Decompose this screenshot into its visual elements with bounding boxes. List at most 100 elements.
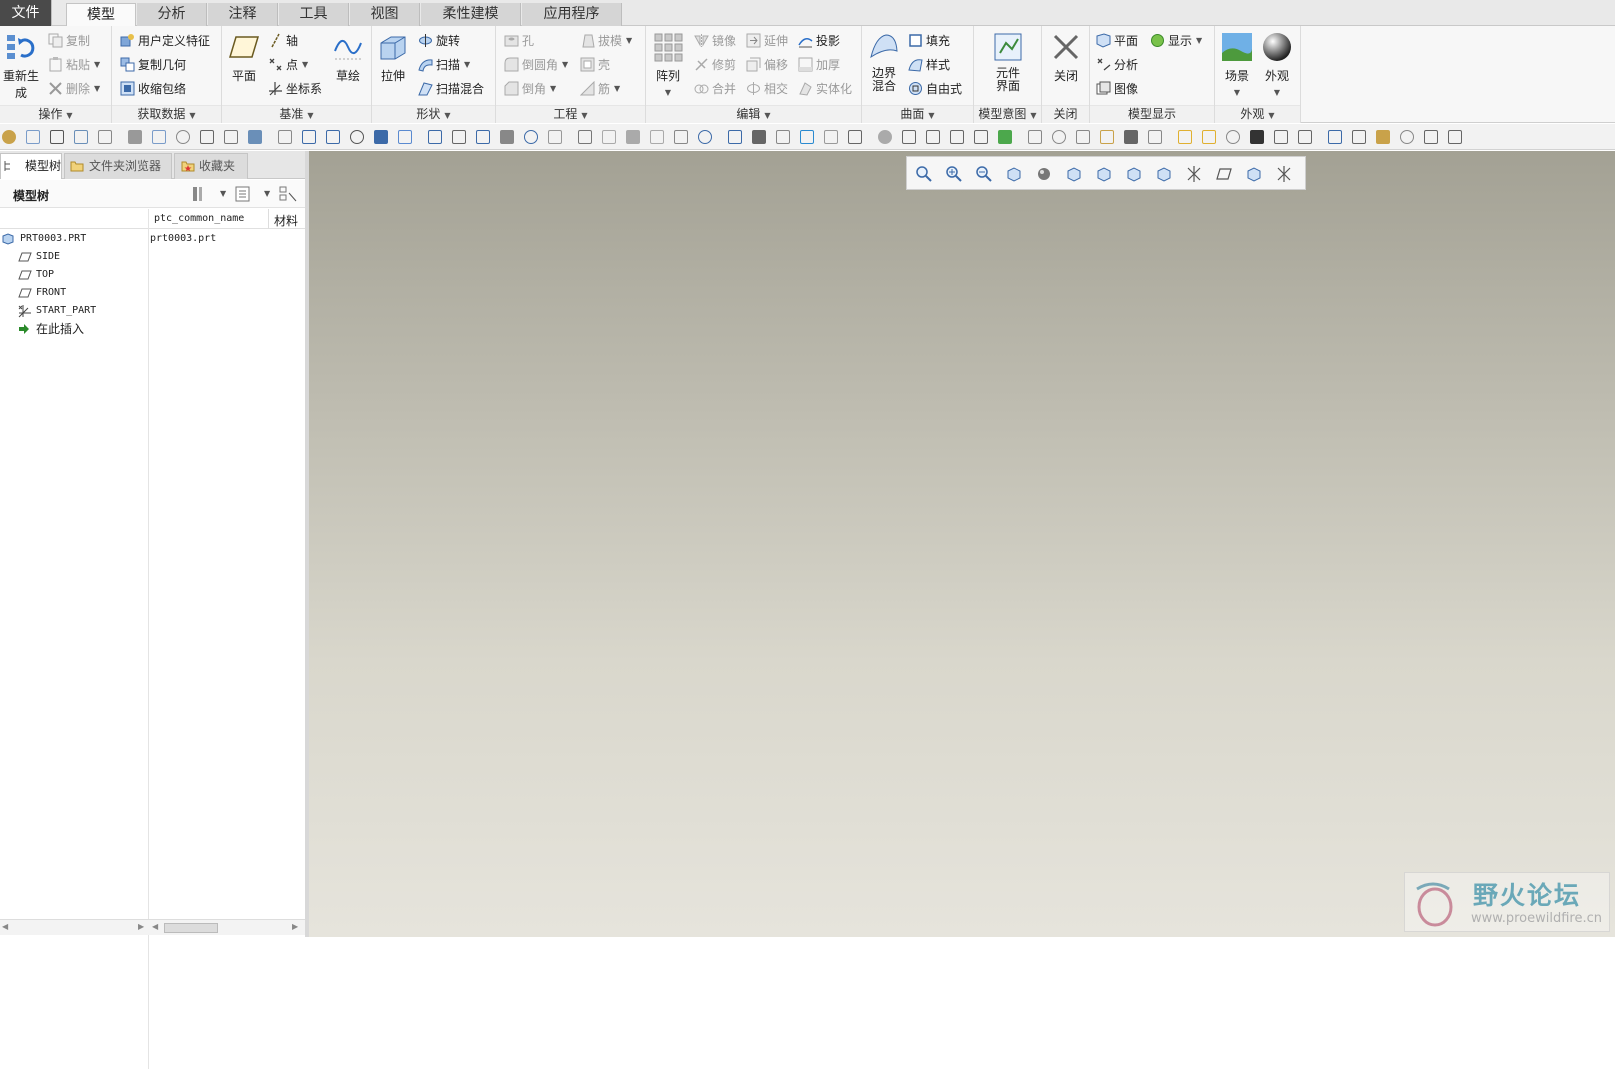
toolbar-tool-icon[interactable] — [1202, 130, 1216, 144]
toolbar-tool-icon[interactable] — [752, 130, 766, 144]
graphics-viewport[interactable] — [309, 151, 1615, 937]
chamfer-button[interactable]: 倒角 ▼ — [504, 78, 556, 98]
toolbar-tool-icon[interactable] — [248, 130, 262, 144]
thicken-button[interactable]: 加厚 — [798, 54, 840, 74]
csys-display-icon[interactable] — [1275, 165, 1293, 183]
toolbar-tool-icon[interactable] — [776, 130, 790, 144]
toolbar-tool-icon[interactable] — [200, 130, 214, 144]
toolbar-tool-icon[interactable] — [698, 130, 712, 144]
scene-button[interactable]: 场景 ▼ — [1217, 31, 1257, 98]
annotation-display-icon[interactable] — [1245, 165, 1263, 183]
scroll-thumb[interactable] — [164, 923, 218, 933]
toolbar-tool-icon[interactable] — [998, 130, 1012, 144]
repaint-icon[interactable] — [1005, 165, 1023, 183]
rib-button[interactable]: 筋 ▼ — [580, 78, 620, 98]
tree-filter-button[interactable] — [278, 185, 300, 203]
display-style-icon[interactable] — [1035, 165, 1053, 183]
saved-views-icon[interactable] — [1065, 165, 1083, 183]
style-button[interactable]: 样式 — [908, 54, 950, 74]
solidify-button[interactable]: 实体化 — [798, 78, 852, 98]
group-label-appearance[interactable]: 外观 ▼ — [1215, 105, 1300, 123]
toolbar-tool-icon[interactable] — [350, 130, 364, 144]
toolbar-tool-icon[interactable] — [1376, 130, 1390, 144]
toolbar-tool-icon[interactable] — [548, 130, 562, 144]
paste-button[interactable]: 粘贴 ▼ — [48, 54, 100, 74]
column-material[interactable]: 材料 — [274, 212, 298, 229]
tree-row[interactable]: TOP — [18, 266, 54, 284]
refit-icon[interactable] — [915, 165, 933, 183]
toolbar-tool-icon[interactable] — [1100, 130, 1114, 144]
toolbar-tool-icon[interactable] — [398, 130, 412, 144]
toolbar-tool-icon[interactable] — [800, 130, 814, 144]
toolbar-tool-icon[interactable] — [50, 130, 64, 144]
tab-model[interactable]: 模型 — [66, 3, 136, 27]
group-label-editing[interactable]: 编辑 ▼ — [646, 105, 861, 123]
toolbar-tool-icon[interactable] — [278, 130, 292, 144]
toolbar-tool-icon[interactable] — [1448, 130, 1462, 144]
toolbar-tool-icon[interactable] — [152, 130, 166, 144]
shell-button[interactable]: 壳 — [580, 54, 610, 74]
sketch-button[interactable]: 草绘 — [328, 31, 368, 84]
toolbar-tool-icon[interactable] — [1274, 130, 1288, 144]
toolbar-tool-icon[interactable] — [974, 130, 988, 144]
swept-blend-button[interactable]: 扫描混合 — [418, 78, 484, 98]
group-label-operations[interactable]: 操作 ▼ — [0, 105, 111, 123]
toolbar-tool-icon[interactable] — [302, 130, 316, 144]
toolbar-tool-icon[interactable] — [1400, 130, 1414, 144]
show-button[interactable]: 显示 ▼ — [1150, 30, 1202, 50]
revolve-button[interactable]: 旋转 — [418, 30, 460, 50]
toolbar-tool-icon[interactable] — [98, 130, 112, 144]
extrude-button[interactable]: 拉伸 — [374, 31, 412, 84]
toolbar-tool-icon[interactable] — [374, 130, 388, 144]
copy-geometry-button[interactable]: 复制几何 — [120, 54, 186, 74]
zoom-in-icon[interactable] — [945, 165, 963, 183]
horizontal-scrollbar[interactable]: ◀ ▶ ◀ ▶ — [0, 919, 305, 935]
toolbar-tool-icon[interactable] — [626, 130, 640, 144]
toolbar-tool-icon[interactable] — [1352, 130, 1366, 144]
toolbar-tool-icon[interactable] — [1250, 130, 1264, 144]
pattern-button[interactable]: 阵列 ▼ — [648, 31, 688, 98]
group-label-engineering[interactable]: 工程 ▼ — [496, 105, 645, 123]
group-label-datum[interactable]: 基准 ▼ — [222, 105, 371, 123]
toolbar-tool-icon[interactable] — [1226, 130, 1240, 144]
sweep-button[interactable]: 扫描 ▼ — [418, 54, 470, 74]
offset-button[interactable]: 偏移 — [746, 54, 788, 74]
tree-row[interactable]: SIDE — [18, 248, 60, 266]
tab-flexible-modeling[interactable]: 柔性建模 — [421, 3, 521, 26]
boundary-blend-button[interactable]: 边界混合 — [864, 31, 904, 93]
toolbar-tool-icon[interactable] — [128, 130, 142, 144]
toolbar-tool-icon[interactable] — [602, 130, 616, 144]
spin-center-icon[interactable] — [1155, 165, 1173, 183]
tree-row[interactable]: FRONT — [18, 284, 66, 302]
group-label-surfaces[interactable]: 曲面 ▼ — [862, 105, 973, 123]
extend-button[interactable]: 延伸 — [746, 30, 788, 50]
project-button[interactable]: 投影 — [798, 30, 840, 50]
display-analysis-button[interactable]: 分析 — [1096, 54, 1138, 74]
tab-tools[interactable]: 工具 — [279, 3, 349, 26]
toolbar-tool-icon[interactable] — [950, 130, 964, 144]
fill-button[interactable]: 填充 — [908, 30, 950, 50]
toolbar-tool-icon[interactable] — [1076, 130, 1090, 144]
toolbar-tool-icon[interactable] — [1148, 130, 1162, 144]
toolbar-tool-icon[interactable] — [650, 130, 664, 144]
toolbar-tool-icon[interactable] — [452, 130, 466, 144]
toolbar-tool-icon[interactable] — [1124, 130, 1138, 144]
toolbar-tool-icon[interactable] — [902, 130, 916, 144]
toolbar-tool-icon[interactable] — [1298, 130, 1312, 144]
close-button[interactable]: 关闭 — [1046, 31, 1086, 84]
plane-display-toggle-icon[interactable] — [1215, 165, 1233, 183]
appearance-button[interactable]: 外观 ▼ — [1257, 31, 1297, 98]
toolbar-tool-icon[interactable] — [1328, 130, 1342, 144]
tab-view[interactable]: 视图 — [350, 3, 420, 26]
tab-applications[interactable]: 应用程序 — [522, 3, 622, 26]
udf-button[interactable]: 用户定义特征 — [120, 30, 210, 50]
toolbar-tool-icon[interactable] — [74, 130, 88, 144]
display-image-button[interactable]: 图像 — [1096, 78, 1138, 98]
shrinkwrap-button[interactable]: 收缩包络 — [120, 78, 186, 98]
group-label-shape[interactable]: 形状 ▼ — [372, 105, 495, 123]
component-interface-button[interactable]: 元件界面 — [982, 31, 1034, 93]
datum-plane-button[interactable]: 平面 — [226, 31, 262, 84]
group-label-get-data[interactable]: 获取数据 ▼ — [112, 105, 221, 123]
tree-row[interactable]: PRT0003.PRT — [2, 230, 86, 248]
datum-display-icon[interactable] — [1185, 165, 1203, 183]
